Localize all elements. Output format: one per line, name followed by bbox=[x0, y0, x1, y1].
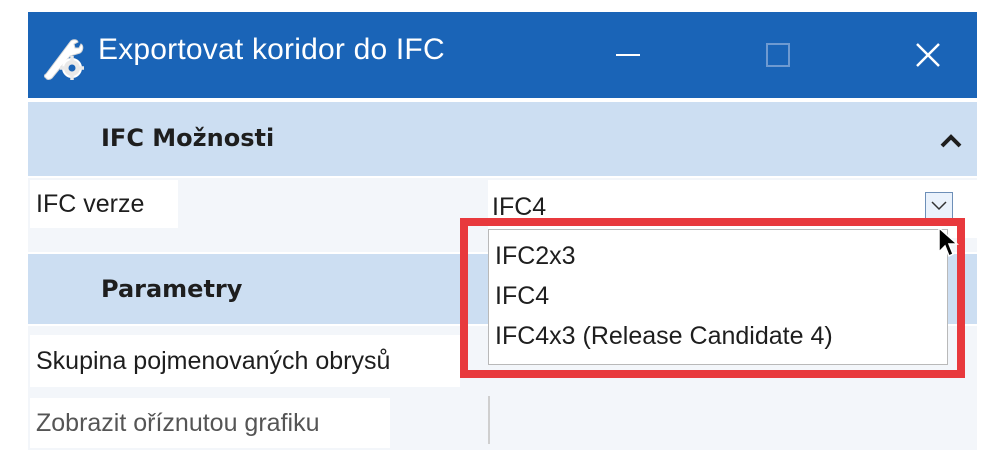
close-button[interactable] bbox=[883, 12, 973, 98]
chevron-up-icon[interactable] bbox=[940, 134, 962, 148]
maximize-button[interactable] bbox=[733, 12, 823, 98]
maximize-icon bbox=[766, 43, 790, 67]
minimize-button[interactable] bbox=[583, 12, 673, 98]
highlight-box bbox=[460, 218, 965, 378]
section-title: Parametry bbox=[101, 275, 243, 303]
show-clipped-graphics-label: Zobrazit oříznutou grafiku bbox=[30, 398, 390, 448]
named-boundary-group-label: Skupina pojmenovaných obrysů bbox=[30, 335, 460, 387]
window-title: Exportovat koridor do IFC bbox=[98, 33, 445, 66]
close-icon bbox=[916, 43, 940, 67]
mouse-cursor-icon bbox=[938, 226, 959, 258]
section-title: IFC Možnosti bbox=[101, 124, 275, 152]
minimize-icon bbox=[616, 54, 640, 56]
column-divider bbox=[488, 396, 490, 444]
ifc-options-section-header[interactable]: IFC Možnosti bbox=[28, 102, 977, 176]
dropdown-button[interactable] bbox=[925, 192, 953, 220]
ifc-version-label: IFC verze bbox=[30, 180, 178, 228]
title-bar: Exportovat koridor do IFC bbox=[28, 12, 977, 98]
chevron-down-icon bbox=[931, 201, 947, 211]
export-gear-icon bbox=[44, 39, 84, 80]
